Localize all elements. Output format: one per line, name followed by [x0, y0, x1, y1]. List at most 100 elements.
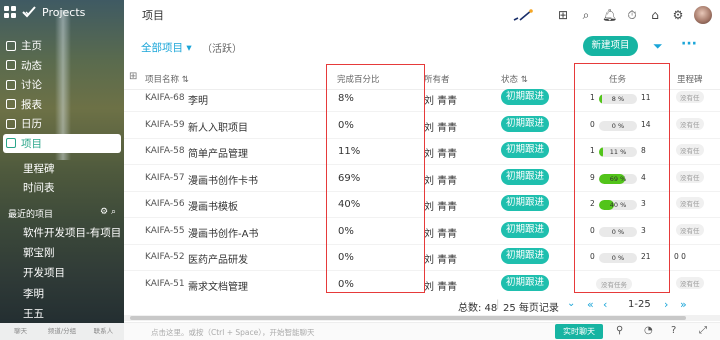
timer-icon[interactable]: ⏱︎ [625, 8, 639, 22]
status-badge[interactable]: 初期跟进 [501, 274, 550, 291]
total-count: 总数: 48 [458, 303, 498, 314]
sidebar-item-feed[interactable]: 动态 [0, 56, 124, 76]
view-subtitle: （活跃） [202, 44, 242, 55]
horizontal-scrollbar[interactable] [124, 315, 720, 321]
status-badge[interactable]: 初期跟进 [501, 221, 550, 238]
app-grid-icon[interactable] [4, 6, 16, 18]
status-badge[interactable]: 初期跟进 [501, 142, 550, 158]
filter-settings-icon[interactable]: ⚙ [100, 207, 108, 217]
add-icon[interactable]: ⊞ [556, 8, 570, 22]
sidebar-item-home[interactable]: 主页 [0, 36, 124, 56]
pin-icon[interactable]: ⚲ [616, 325, 623, 336]
search-icon[interactable]: ⌕ [579, 8, 593, 22]
milestone-badge: 没有任 [676, 276, 704, 289]
chat-input[interactable]: 点击这里。或按（Ctrl + Space），开始智能聊天 [151, 327, 315, 338]
project-key[interactable]: KAIFA-57 [145, 173, 185, 183]
projects-icon [6, 138, 16, 149]
expand-icon[interactable]: ⤢ [699, 325, 707, 336]
project-name[interactable]: 医药产品研发 [188, 251, 248, 266]
channels-tab[interactable]: 频道/分组 [41, 323, 82, 340]
chat-bubble-icon[interactable]: ◔ [644, 325, 653, 336]
owner: 刘 青青 [424, 281, 458, 293]
milestone-badge: 没有任 [676, 223, 704, 236]
store-icon[interactable]: ⌂ [648, 8, 662, 22]
status-badge[interactable]: 初期跟进 [501, 168, 550, 185]
milestone-badge: 没有任 [676, 170, 704, 183]
sidebar-nav: 主页 动态 讨论 报表 日历 项目 [0, 36, 124, 153]
search-icon[interactable]: ⌕ [111, 207, 116, 217]
owner: 刘 青青 [424, 122, 458, 134]
page-title: 项目 [142, 9, 164, 22]
new-project-button[interactable]: 新建项目 [583, 36, 638, 56]
highlight-box-percent [326, 64, 425, 293]
chat-tab[interactable]: 聊天 [0, 323, 41, 340]
project-name[interactable]: 李明 [188, 92, 208, 107]
project-key[interactable]: KAIFA-51 [145, 279, 185, 289]
discussion-icon [6, 79, 16, 90]
sidebar-item-reports[interactable]: 报表 [0, 95, 124, 115]
status-badge[interactable]: 初期跟进 [501, 115, 550, 132]
project-key[interactable]: KAIFA-58 [145, 146, 185, 156]
project-key[interactable]: KAIFA-52 [145, 252, 185, 262]
page-size-select[interactable]: 25 每页记录 [503, 299, 559, 314]
project-key[interactable]: KAIFA-56 [145, 199, 185, 209]
milestone-badge: 没有任 [676, 117, 704, 130]
header-status[interactable]: 状态 ⇅ [501, 73, 528, 85]
projects-logo-icon [22, 6, 36, 18]
owner: 刘 青青 [424, 149, 458, 160]
bell-icon[interactable]: 🔔︎ [602, 8, 617, 22]
project-name[interactable]: 漫画书创作卡书 [188, 172, 258, 187]
last-page-icon[interactable]: » [680, 298, 687, 311]
owner: 刘 青青 [424, 96, 458, 107]
view-selector[interactable]: 全部项目 ▾ [141, 40, 192, 55]
project-key[interactable]: KAIFA-59 [145, 120, 185, 130]
prev-page-icon[interactable]: ‹ [603, 298, 607, 311]
milestone-badge: 没有任 [676, 197, 704, 209]
status-badge[interactable]: 初期跟进 [501, 89, 550, 105]
brand-logo-icon [513, 9, 533, 21]
column-settings-icon[interactable]: ⊞ [129, 71, 137, 82]
app-title: Projects [42, 5, 86, 19]
more-icon[interactable]: ··· [681, 36, 697, 52]
recent-projects-header: 最近的项目 ⚙ ⌕ [8, 207, 116, 220]
project-key[interactable]: KAIFA-68 [145, 93, 185, 103]
next-page-icon[interactable]: › [664, 298, 668, 311]
contacts-tab[interactable]: 联系人 [83, 323, 124, 340]
project-key[interactable]: KAIFA-55 [145, 226, 185, 236]
recent-project-item[interactable]: 李明 [0, 285, 124, 304]
recent-project-item[interactable]: 王五 [0, 305, 124, 324]
project-name[interactable]: 漫画书创作-A书 [188, 225, 258, 240]
project-name[interactable]: 简单产品管理 [188, 145, 248, 160]
filter-icon[interactable]: ⏷ [653, 39, 663, 54]
chevron-down-icon[interactable]: ⌄ [567, 298, 575, 309]
help-icon[interactable]: ? [671, 325, 676, 336]
status-badge[interactable]: 初期跟进 [501, 248, 550, 264]
recent-project-item[interactable]: 软件开发项目-有项目 [0, 224, 124, 243]
sidebar-item-projects[interactable]: 项目 [3, 133, 121, 153]
home-icon [6, 40, 16, 51]
owner: 刘 青青 [424, 202, 458, 213]
top-icons: ⊞ ⌕ 🔔︎ ⏱︎ ⌂ ⚙ [556, 6, 712, 24]
header-project-name[interactable]: 项目名称 ⇅ [145, 73, 189, 85]
page-range: 1-25 [628, 299, 651, 310]
project-name[interactable]: 需求文档管理 [188, 278, 248, 293]
live-chat-button[interactable]: 实时聊天 [555, 324, 603, 339]
status-badge[interactable]: 初期跟进 [501, 195, 550, 211]
sidebar-item-timesheet[interactable]: 时间表 [0, 179, 124, 198]
highlight-box-tasks [574, 63, 670, 293]
gear-icon[interactable]: ⚙ [671, 8, 685, 22]
project-name[interactable]: 漫画书模板 [188, 198, 238, 213]
sidebar-bottom-bar: 聊天 频道/分组 联系人 [0, 323, 124, 340]
recent-project-item[interactable]: 开发项目 [0, 264, 124, 283]
header-milestone[interactable]: 里程碑 [677, 73, 703, 85]
sidebar-item-calendar[interactable]: 日历 [0, 114, 124, 134]
first-page-icon[interactable]: « [587, 298, 594, 311]
avatar[interactable] [694, 6, 712, 24]
filter-bar: 全部项目 ▾ （活跃） 新建项目 ⏷ ··· [124, 33, 720, 61]
sidebar-item-milestones[interactable]: 里程碑 [0, 160, 124, 179]
header-owner[interactable]: 所有者 [424, 73, 450, 85]
recent-project-item[interactable]: 郭宝刚 [0, 244, 124, 263]
sidebar-item-discussion[interactable]: 讨论 [0, 75, 124, 95]
project-name[interactable]: 新人入职项目 [188, 119, 248, 134]
owner: 刘 青青 [424, 175, 458, 187]
